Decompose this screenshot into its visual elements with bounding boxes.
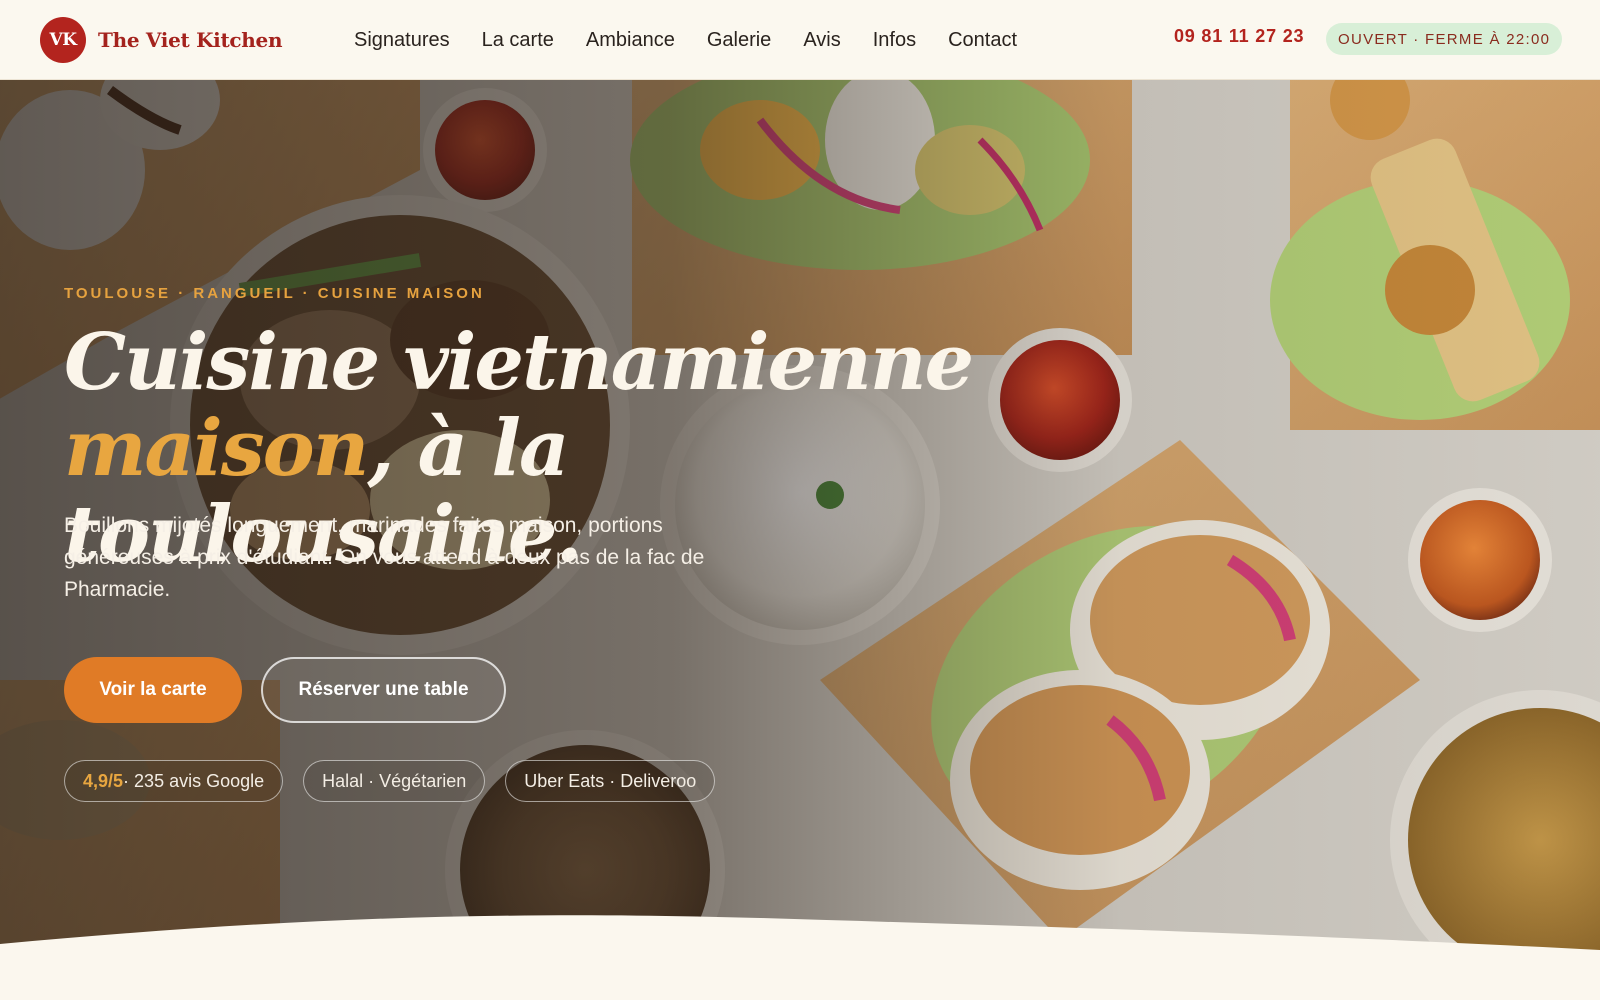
nav-item-infos[interactable]: Infos (873, 29, 916, 52)
nav-item-ambiance[interactable]: Ambiance (586, 29, 675, 52)
brand-name: The Viet Kitchen (98, 28, 283, 52)
brand-logo-link[interactable]: VK The Viet Kitchen (40, 17, 283, 63)
hero-bottom-wave (0, 915, 1600, 1000)
hero-eyebrow: Toulouse · Rangueil · Cuisine maison (64, 285, 485, 302)
hero-lead-text: Bouillons mijotés longuement, marinades … (64, 514, 705, 601)
site-header: VK The Viet Kitchen Signatures La carte … (0, 0, 1600, 80)
phone-link[interactable]: 09 81 11 27 23 (1174, 26, 1304, 47)
delivery-partners-chip: Uber Eats · Deliveroo (505, 760, 716, 802)
hero-chips: 4,9/5 · 235 avis Google Halal · Végétari… (64, 760, 735, 802)
google-rating-chip: 4,9/5 · 235 avis Google (64, 760, 284, 802)
main-nav: Signatures La carte Ambiance Galerie Avi… (354, 0, 1049, 80)
diet-options-chip: Halal · Végétarien (303, 760, 486, 802)
opening-status-badge: Ouvert · Ferme à 22:00 (1326, 23, 1563, 55)
rating-value: 4,9/5 (83, 770, 124, 791)
logo-badge: VK (40, 17, 86, 63)
rating-reviews-count: · 235 avis Google (123, 770, 265, 791)
view-menu-button[interactable]: Voir la carte (64, 657, 242, 723)
nav-item-avis[interactable]: Avis (803, 29, 840, 52)
headline-accent-word: maison (64, 403, 369, 494)
book-table-button[interactable]: Réserver une table (261, 657, 506, 723)
hero-section: Toulouse · Rangueil · Cuisine maison Cui… (0, 80, 1600, 1000)
headline-line-1: Cuisine vietnamienne (64, 317, 974, 408)
nav-item-galerie[interactable]: Galerie (707, 29, 771, 52)
nav-item-signatures[interactable]: Signatures (354, 29, 450, 52)
nav-item-contact[interactable]: Contact (948, 29, 1017, 52)
nav-item-la-carte[interactable]: La carte (482, 29, 554, 52)
